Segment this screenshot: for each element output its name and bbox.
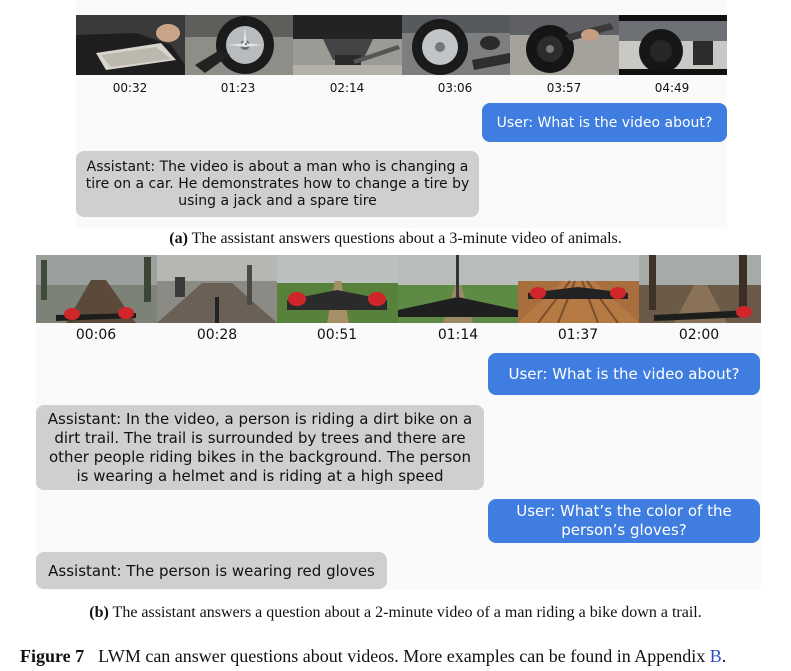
figure-label: Figure 7 bbox=[20, 646, 85, 666]
video-frame bbox=[76, 15, 185, 75]
video-frame bbox=[185, 15, 293, 75]
assistant-message-bubble: Assistant: The person is wearing red glo… bbox=[36, 552, 387, 589]
subfigure-caption-text: The assistant answers questions about a … bbox=[191, 230, 622, 247]
assistant-message-bubble: Assistant: In the video, a person is rid… bbox=[36, 405, 484, 490]
subfigure-caption-text: The assistant answers a question about a… bbox=[112, 604, 702, 621]
frame-strip-a bbox=[76, 15, 727, 75]
video-frame bbox=[619, 15, 727, 75]
timestamp: 01:14 bbox=[437, 327, 479, 343]
timestamp: 00:06 bbox=[75, 327, 117, 343]
video-frame bbox=[510, 15, 619, 75]
user-message-bubble: User: What is the video about? bbox=[482, 103, 727, 142]
timestamp: 00:32 bbox=[112, 81, 148, 95]
panel-b: 00:06 00:28 00:51 01:14 01:37 02:00 User… bbox=[36, 255, 761, 590]
video-frame bbox=[402, 15, 510, 75]
timestamp: 03:06 bbox=[437, 81, 473, 95]
video-frame bbox=[639, 255, 761, 323]
timestamp: 00:51 bbox=[316, 327, 358, 343]
video-frame bbox=[277, 255, 398, 323]
figure-caption: Figure 7 LWM can answer questions about v… bbox=[20, 646, 726, 667]
subfigure-caption-a: (a) The assistant answers questions abou… bbox=[0, 230, 791, 248]
timestamp: 00:28 bbox=[196, 327, 238, 343]
video-frame bbox=[36, 255, 157, 323]
assistant-message-bubble: Assistant: The video is about a man who … bbox=[76, 151, 479, 217]
video-frame bbox=[157, 255, 277, 323]
frame-strip-b bbox=[36, 255, 761, 323]
timestamp: 03:57 bbox=[546, 81, 582, 95]
subfigure-label: (a) bbox=[169, 230, 188, 247]
video-frame bbox=[518, 255, 639, 323]
user-message-bubble: User: What’s the color of the person’s g… bbox=[488, 499, 760, 543]
panel-a: 00:32 01:23 02:14 03:06 03:57 04:49 User… bbox=[76, 0, 727, 228]
timestamp: 02:14 bbox=[329, 81, 365, 95]
appendix-link[interactable]: B bbox=[710, 646, 722, 666]
timestamp: 01:23 bbox=[220, 81, 256, 95]
timestamp: 04:49 bbox=[654, 81, 690, 95]
timestamp: 01:37 bbox=[557, 327, 599, 343]
figure-caption-text: LWM can answer questions about videos. M… bbox=[98, 646, 706, 666]
video-frame bbox=[293, 15, 402, 75]
user-message-bubble: User: What is the video about? bbox=[488, 353, 760, 395]
timestamp: 02:00 bbox=[678, 327, 720, 343]
video-frame bbox=[398, 255, 518, 323]
subfigure-caption-b: (b) The assistant answers a question abo… bbox=[0, 604, 791, 622]
figure-caption-end: . bbox=[721, 646, 727, 666]
subfigure-label: (b) bbox=[89, 604, 109, 621]
